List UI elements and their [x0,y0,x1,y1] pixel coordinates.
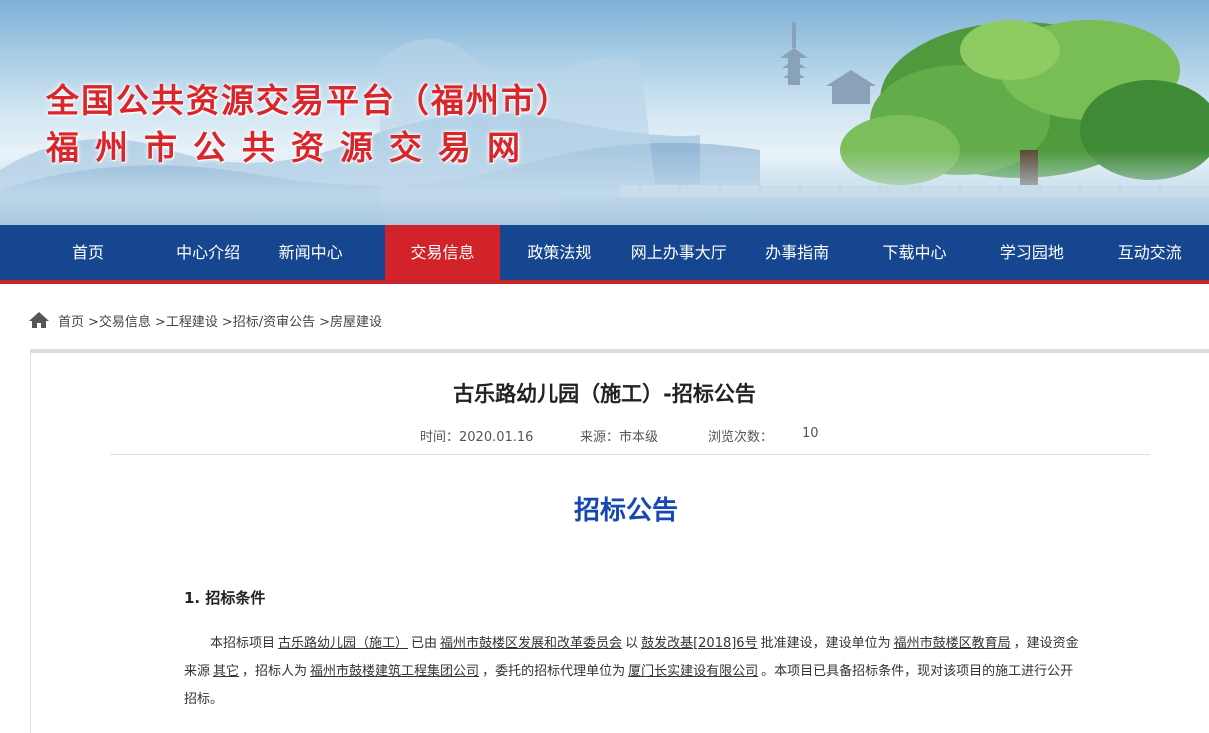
section-heading-conditions: 1. 招标条件 [184,589,266,607]
builder-name: 福州市鼓楼区教育局 [893,636,1011,651]
main-nav: 首页 中心介绍 新闻中心 交易信息 政策法规 网上办事大厅 办事指南 下载中心 … [0,225,1209,284]
breadcrumb-tender-notice[interactable]: >招标/资审公告 [222,311,315,330]
article-source: 来源：市本级 [580,430,659,445]
site-title-line1: 全国公共资源交易平台（福州市） [46,81,571,120]
publish-time: 时间：2020.01.16 [420,430,534,445]
nav-item-news[interactable]: 新闻中心 [236,225,385,280]
article-title: 古乐路幼儿园（施工）-招标公告 [453,382,756,406]
view-count-label: 浏览次数： [708,430,774,445]
meta-divider [110,454,1150,455]
notice-heading: 招标公告 [573,496,678,526]
para-text: 以 [625,636,639,651]
view-count-value: 10 [802,426,819,441]
approval-doc-number: 鼓发改基[2018]6号 [641,636,758,651]
breadcrumb-home[interactable]: 首页 [58,311,84,330]
conditions-paragraph: 本招标项目 古乐路幼儿园（施工） 已由 福州市鼓楼区发展和改革委员会以鼓发改基[201… [184,630,1084,714]
home-icon[interactable] [28,311,50,329]
breadcrumb-housing[interactable]: >房屋建设 [319,311,382,330]
para-text: 已由 [411,636,438,651]
fund-source: 其它 [213,664,240,679]
nav-item-policy[interactable]: 政策法规 [500,225,619,280]
para-text: ，委托的招标代理单位为 [482,664,626,679]
para-text: ，招标人为 [242,664,308,679]
breadcrumb-engineering[interactable]: >工程建设 [155,311,218,330]
nav-item-trade-info[interactable]: 交易信息 [385,225,500,280]
nav-item-guide[interactable]: 办事指南 [738,225,855,280]
nav-item-learning[interactable]: 学习园地 [973,225,1090,280]
nav-item-interaction[interactable]: 互动交流 [1091,225,1209,280]
approver-name: 福州市鼓楼区发展和改革委员会 [440,636,623,651]
para-text: 批准建设，建设单位为 [760,636,891,651]
tenderer-name: 福州市鼓楼建筑工程集团公司 [310,664,480,679]
para-text: 本招标项目 [210,636,276,651]
project-name: 古乐路幼儿园（施工） [278,636,409,651]
nav-item-about[interactable]: 中心介绍 [176,225,240,280]
nav-item-downloads[interactable]: 下载中心 [856,225,973,280]
header-banner: 全国公共资源交易平台（福州市） 福州市公共资源交易网 [0,0,1209,225]
breadcrumb-trade-info[interactable]: >交易信息 [88,311,151,330]
nav-item-online-hall[interactable]: 网上办事大厅 [619,225,738,280]
agent-name: 厦门长实建设有限公司 [628,664,759,679]
breadcrumb: 首页 >交易信息 >工程建设 >招标/资审公告 >房屋建设 [28,310,386,330]
nav-item-home[interactable]: 首页 [0,225,176,280]
pagoda-icon [780,22,876,104]
site-title-line2: 福州市公共资源交易网 [46,128,536,167]
